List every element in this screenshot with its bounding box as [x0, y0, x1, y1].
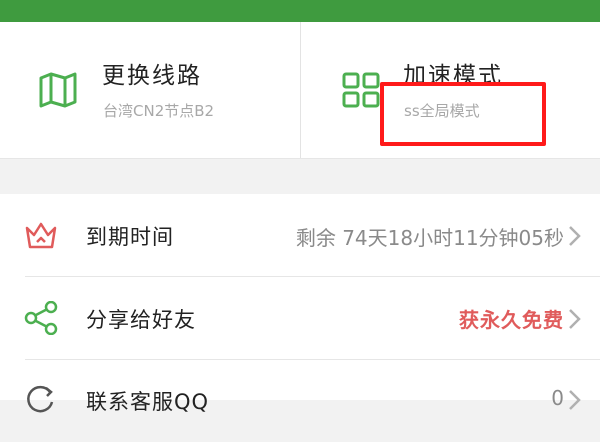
contact-value: 0: [551, 386, 564, 410]
grid-icon: [342, 72, 380, 108]
contact-label: 联系客服QQ: [86, 390, 210, 414]
change-route-title: 更换线路: [102, 63, 202, 89]
chevron-right-icon: [569, 226, 581, 246]
top-bar: [0, 0, 600, 22]
crown-icon: [25, 222, 57, 249]
settings-list: 到期时间 剩余 74天18小时11分钟05秒 分享给好友 获永久免费 联系客服Q…: [0, 194, 600, 414]
share-label: 分享给好友: [86, 308, 196, 332]
highlight-box: [380, 82, 546, 146]
share-icon: [24, 301, 58, 335]
share-reward: 获永久免费: [459, 308, 564, 332]
list-item-contact[interactable]: 联系客服QQ 0: [0, 360, 600, 442]
expiry-remaining: 剩余 74天18小时11分钟05秒: [295, 226, 564, 250]
chevron-right-icon: [569, 309, 581, 329]
map-icon: [39, 72, 77, 108]
expiry-label: 到期时间: [86, 225, 174, 249]
refresh-icon: [27, 385, 54, 413]
list-item-expiry[interactable]: 到期时间 剩余 74天18小时11分钟05秒: [0, 194, 600, 276]
list-item-share[interactable]: 分享给好友 获永久免费: [0, 277, 600, 359]
current-route-label: 台湾CN2节点B2: [103, 102, 215, 120]
change-route-card[interactable]: 更换线路 台湾CN2节点B2: [0, 22, 300, 158]
chevron-right-icon: [569, 390, 581, 410]
